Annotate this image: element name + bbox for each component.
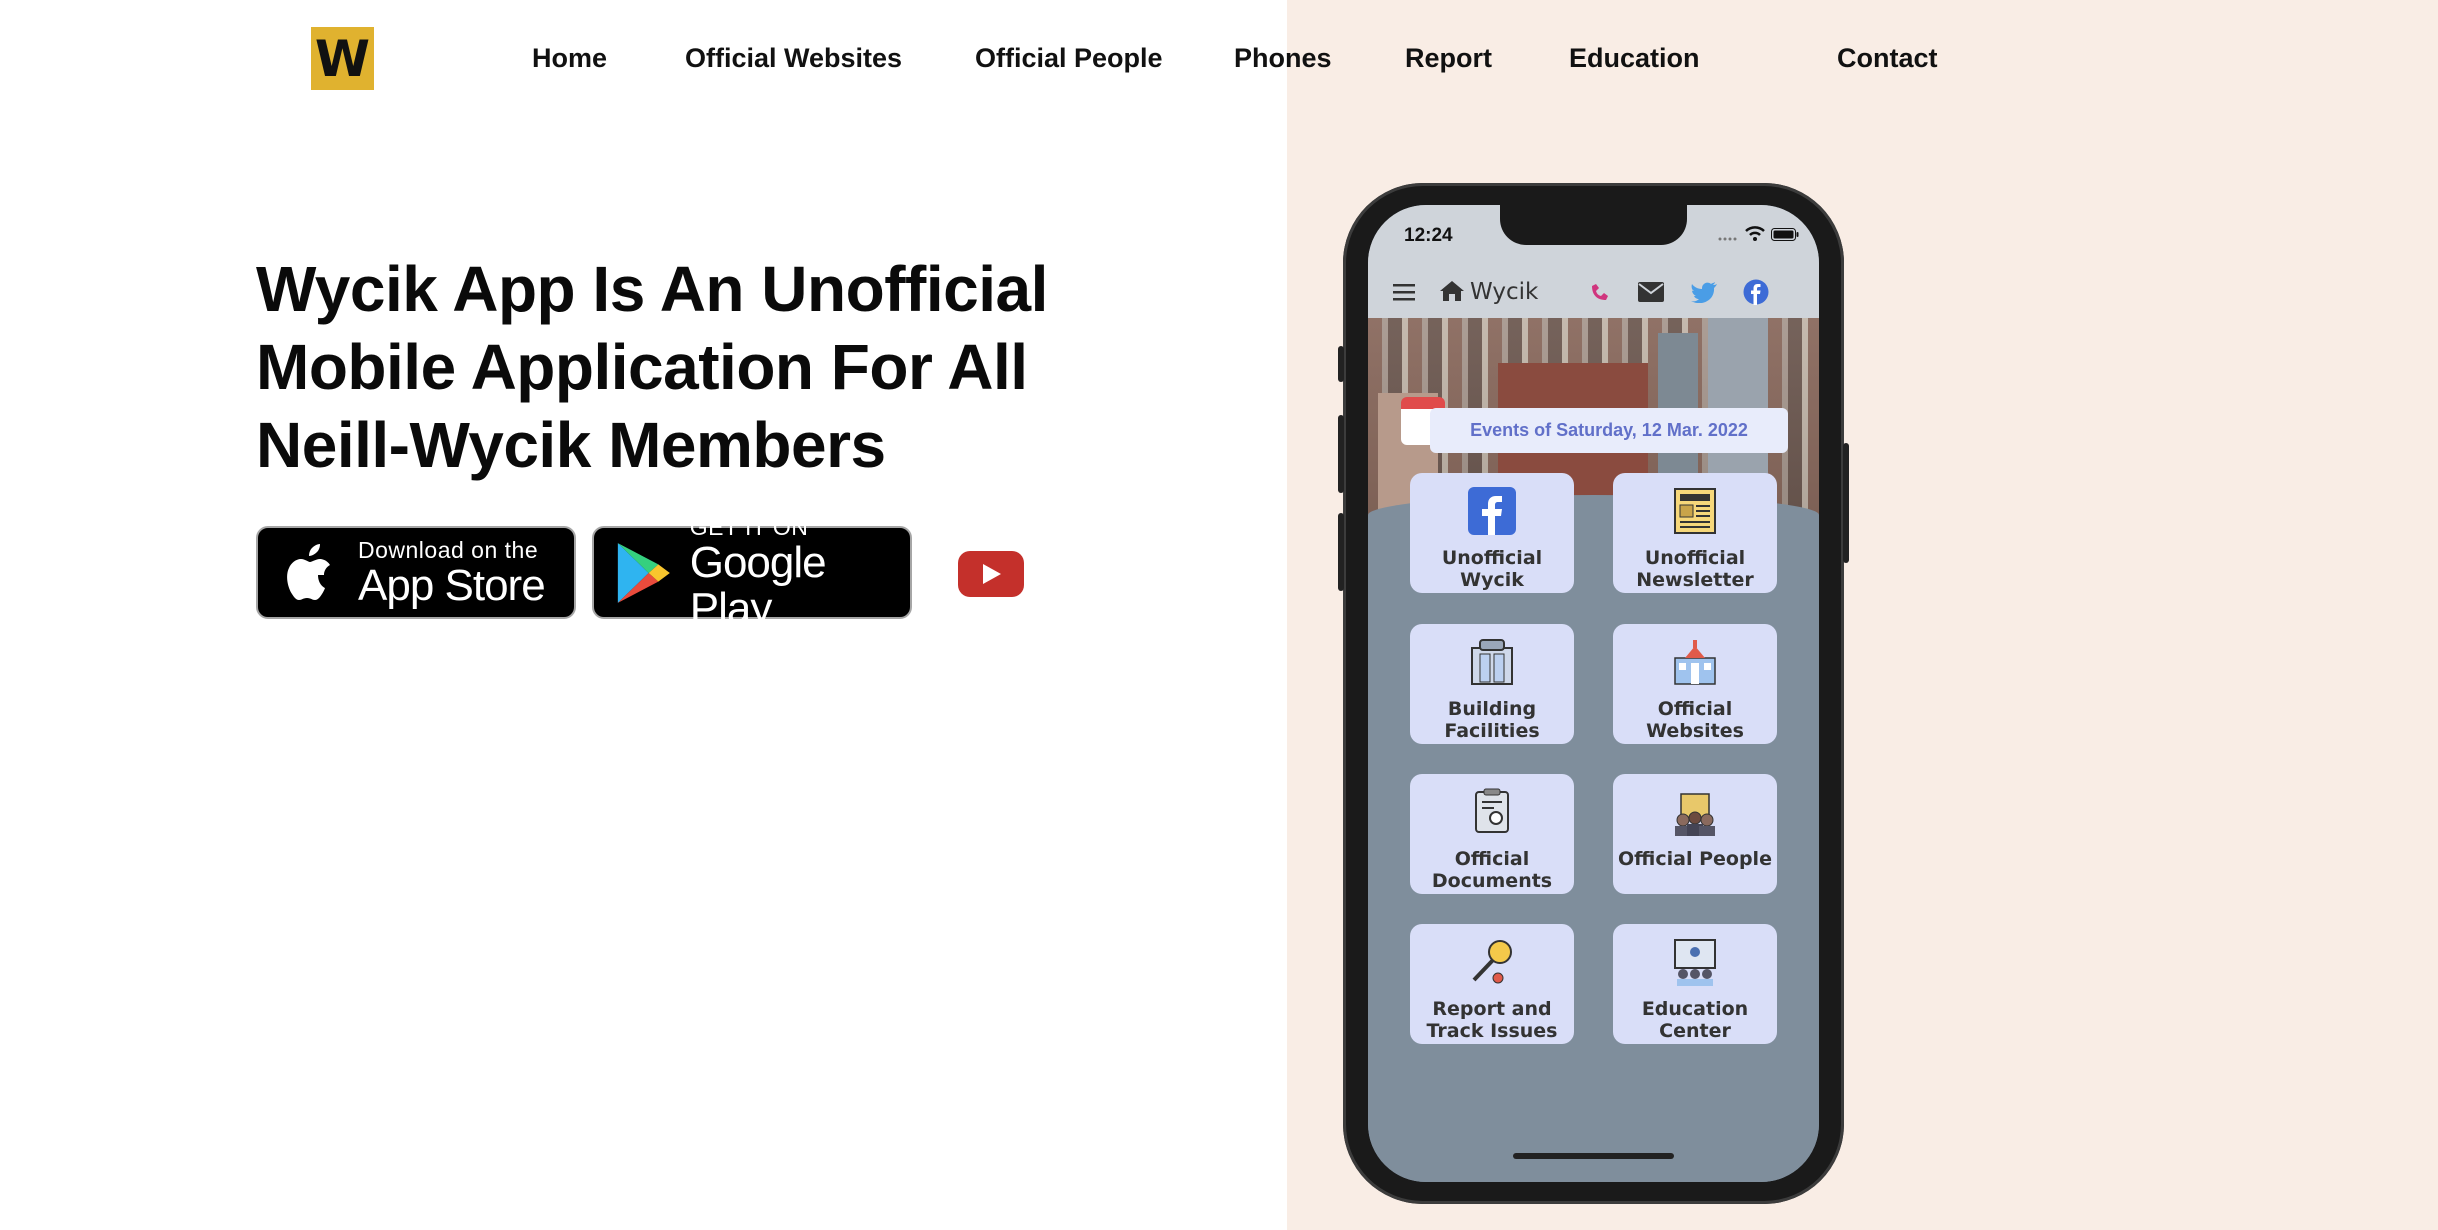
facebook-icon <box>1468 487 1516 535</box>
events-banner[interactable]: Events of Saturday, 12 Mar. 2022 <box>1430 408 1788 453</box>
home-indicator[interactable] <box>1513 1153 1674 1159</box>
education-icon <box>1674 939 1716 986</box>
building-facilities-icon <box>1471 639 1513 685</box>
people-icon <box>1675 793 1715 836</box>
google-play-small-text: GET IT ON <box>689 513 809 540</box>
phone-mute-switch <box>1338 346 1344 382</box>
tile-education-center[interactable]: Education Center <box>1613 924 1777 1044</box>
twitter-icon[interactable] <box>1690 281 1718 303</box>
tile-label: Education Center <box>1641 998 1749 1042</box>
phone-power-button <box>1843 443 1849 563</box>
report-icon <box>1472 940 1512 984</box>
nav-official-websites[interactable]: Official Websites <box>685 40 902 76</box>
tile-label: Report and Track Issues <box>1426 998 1558 1042</box>
nav-official-people[interactable]: Official People <box>975 40 1163 76</box>
app-store-small-text: Download on the <box>358 536 539 563</box>
tile-report-issues[interactable]: Report and Track Issues <box>1410 924 1574 1044</box>
tile-official-websites[interactable]: Official Websites <box>1613 624 1777 744</box>
phone-mockup: 12:24 Wycik Events of Saturday, 12 Mar. … <box>1338 183 1849 1204</box>
battery-icon <box>1771 228 1799 241</box>
logo[interactable]: W <box>311 27 374 90</box>
tile-label: Building Facilities <box>1444 698 1540 742</box>
youtube-play-icon <box>983 564 1001 584</box>
tile-official-documents[interactable]: Official Documents <box>1410 774 1574 894</box>
tile-building-facilities[interactable]: Building Facilities <box>1410 624 1574 744</box>
tile-unofficial-newsletter[interactable]: Unofficial Newsletter <box>1613 473 1777 593</box>
status-time: 12:24 <box>1404 225 1453 246</box>
nav-home[interactable]: Home <box>532 40 607 76</box>
app-title[interactable]: Wycik <box>1470 279 1538 305</box>
signal-icon <box>1718 237 1737 241</box>
google-play-icon <box>617 542 670 603</box>
tile-label: Official Documents <box>1431 848 1553 892</box>
events-banner-text: Events of Saturday, 12 Mar. 2022 <box>1470 420 1748 440</box>
phone-screen: 12:24 Wycik Events of Saturday, 12 Mar. … <box>1368 205 1819 1182</box>
tile-label: Official Websites <box>1646 698 1744 742</box>
nav-phones[interactable]: Phones <box>1234 40 1332 76</box>
nav-contact[interactable]: Contact <box>1837 40 1938 76</box>
youtube-button[interactable] <box>958 551 1024 597</box>
app-bar: Wycik <box>1368 263 1819 319</box>
phone-volume-up <box>1338 415 1344 493</box>
wifi-icon <box>1745 226 1765 241</box>
home-icon <box>1440 281 1464 301</box>
apple-icon <box>287 543 330 600</box>
newspaper-icon <box>1674 488 1716 534</box>
tile-label: Unofficial Wycik <box>1441 547 1543 591</box>
tile-label: Unofficial Newsletter <box>1636 547 1754 591</box>
facebook-icon[interactable] <box>1743 279 1769 305</box>
app-store-big-text: App Store <box>358 560 546 610</box>
app-store-button[interactable]: Download on the App Store <box>256 526 576 619</box>
google-play-button[interactable]: GET IT ON Google Play <box>592 514 912 631</box>
tile-unofficial-wycik[interactable]: Unofficial Wycik <box>1410 473 1574 593</box>
hamburger-menu-icon[interactable] <box>1393 283 1415 301</box>
tile-official-people[interactable]: Official People <box>1613 774 1777 894</box>
documents-icon <box>1475 788 1509 833</box>
nav-report[interactable]: Report <box>1405 40 1492 76</box>
google-play-big-text: Google Play <box>689 537 827 633</box>
phone-notch <box>1500 205 1687 245</box>
hero-title: Wycik App Is An Unofficial Mobile Applic… <box>256 253 1048 481</box>
nav-education[interactable]: Education <box>1569 40 1700 76</box>
official-websites-icon <box>1674 640 1716 685</box>
phone-volume-down <box>1338 513 1344 591</box>
phone-call-icon[interactable] <box>1588 280 1612 304</box>
tile-label: Official People <box>1618 848 1772 870</box>
email-icon[interactable] <box>1638 282 1664 302</box>
